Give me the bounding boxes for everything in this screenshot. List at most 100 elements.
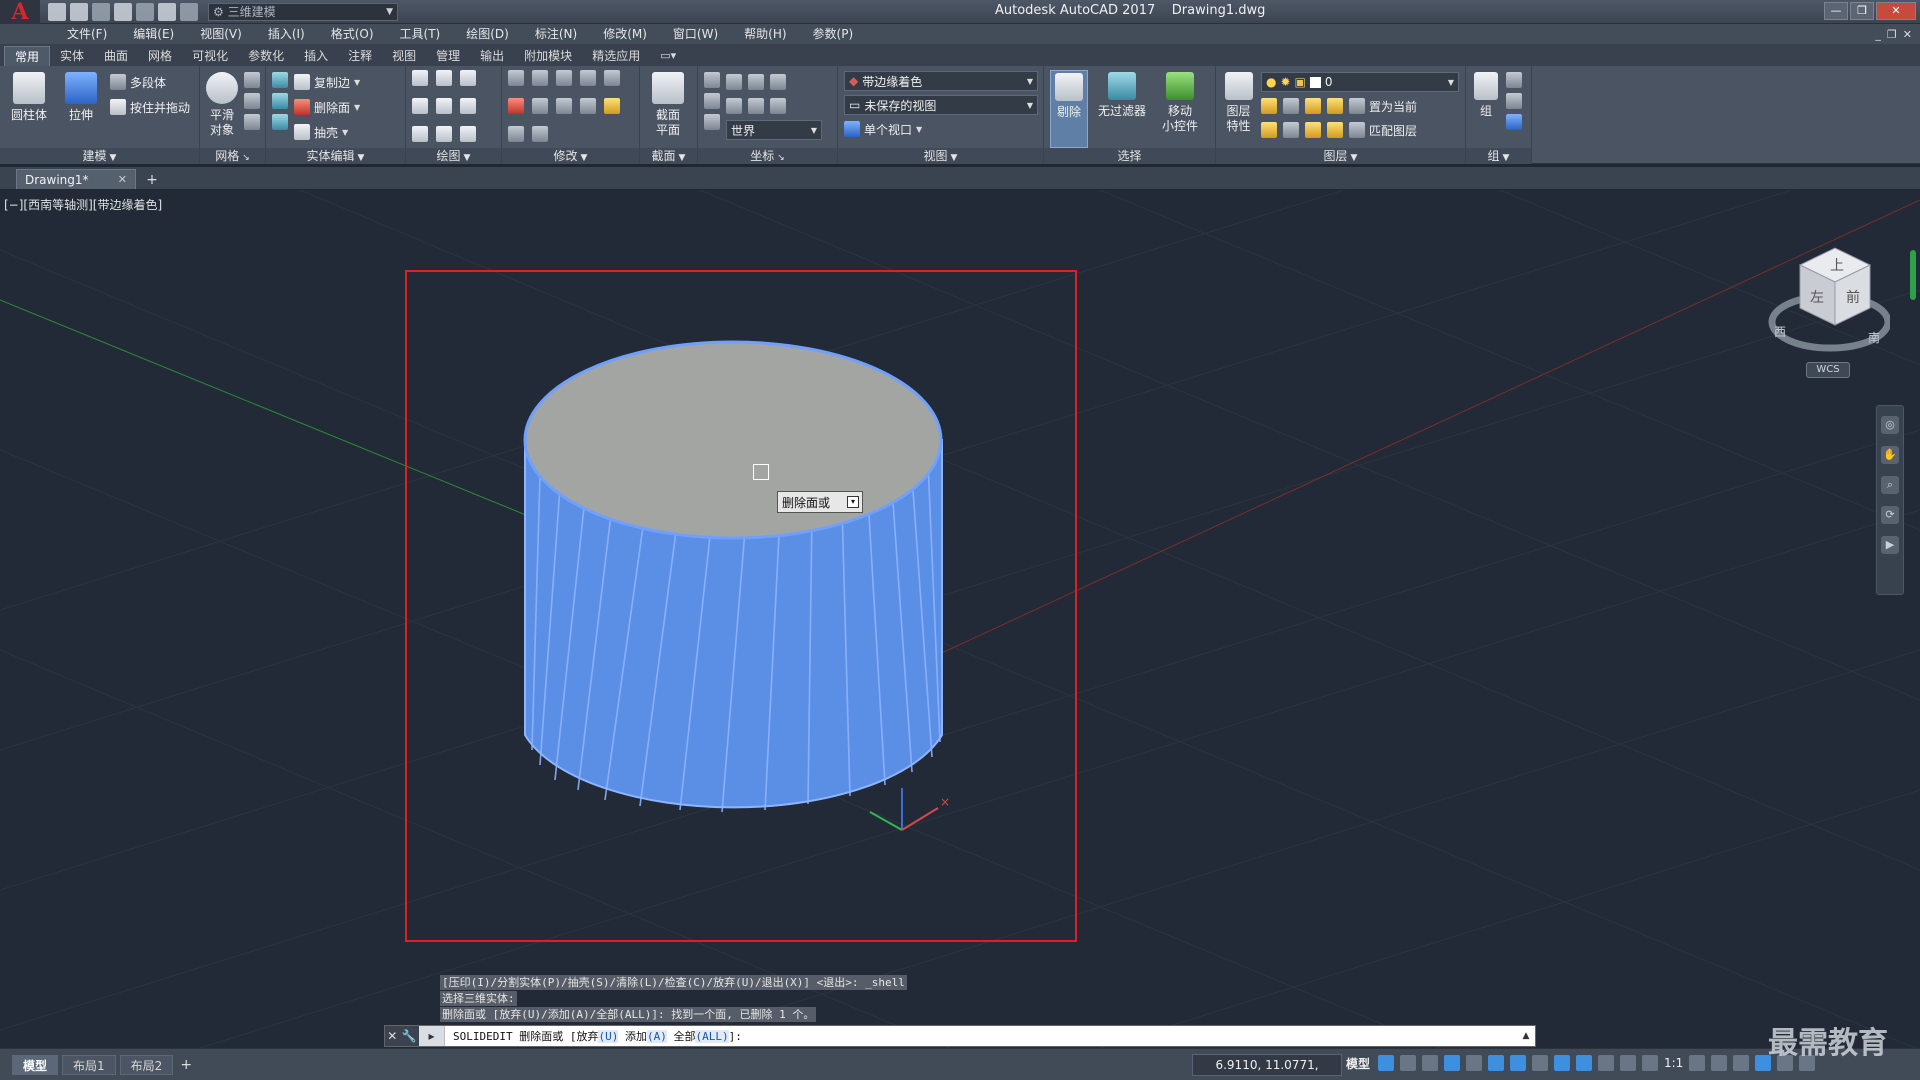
command-prompt[interactable]: SOLIDEDIT 删除面或 [放弃(U) 添加(A) 全部(ALL)]: <box>445 1028 742 1044</box>
menu-help[interactable]: 帮助(H) <box>731 24 799 44</box>
arc-icon[interactable] <box>460 70 476 86</box>
doc-close-button[interactable]: ✕ <box>1903 28 1912 41</box>
wrench-icon[interactable]: 🔧 <box>402 1029 417 1043</box>
menu-edit[interactable]: 编辑(E) <box>120 24 187 44</box>
menu-parametric[interactable]: 参数(P) <box>800 24 867 44</box>
option-add[interactable]: (A) <box>646 1030 667 1043</box>
close-icon[interactable]: ✕ <box>118 173 127 186</box>
showmotion-icon[interactable]: ▶ <box>1881 536 1899 554</box>
model-space-button[interactable]: 模型 <box>1346 1055 1370 1072</box>
panel-title-layers[interactable]: 图层 ▼ <box>1216 148 1465 164</box>
ellipse-icon[interactable] <box>460 98 476 114</box>
ucs-origin-icon[interactable] <box>704 93 720 109</box>
tab-manage[interactable]: 管理 <box>426 46 470 66</box>
infer-constraints-icon[interactable] <box>1422 1055 1438 1071</box>
command-line[interactable]: ✕ 🔧 ▸ SOLIDEDIT 删除面或 [放弃(U) 添加(A) 全部(ALL… <box>384 1025 1536 1047</box>
add-layout-button[interactable]: + <box>177 1057 195 1073</box>
menu-file[interactable]: 文件(F) <box>54 24 120 44</box>
polysolid-button[interactable]: 多段体 <box>110 72 190 92</box>
move-gizmo-button[interactable]: 移动 小控件 <box>1156 70 1204 148</box>
recent-commands-icon[interactable]: ▸ <box>419 1026 445 1046</box>
presspull-button[interactable]: 按住并拖动 <box>110 97 190 117</box>
save-icon[interactable] <box>92 2 110 21</box>
group-select-icon[interactable] <box>1506 114 1522 130</box>
layer-unisolate-icon[interactable] <box>1283 122 1299 138</box>
tab-output[interactable]: 输出 <box>470 46 514 66</box>
shell-button[interactable]: 抽壳 ▼ <box>294 122 360 142</box>
ucs-named-icon[interactable] <box>704 114 720 130</box>
auto-scale-icon[interactable] <box>1642 1055 1658 1071</box>
close-button[interactable]: ✕ <box>1876 2 1916 20</box>
ucs-face-icon[interactable] <box>770 98 786 114</box>
make-current-button[interactable]: 置为当前 <box>1349 96 1417 116</box>
layer-lock-icon[interactable] <box>1327 98 1343 114</box>
trim-icon[interactable] <box>508 70 524 86</box>
layer-unlock-icon[interactable] <box>1327 122 1343 138</box>
object-snap-icon[interactable] <box>1532 1055 1548 1071</box>
menu-draw[interactable]: 绘图(D) <box>453 24 522 44</box>
rotate-icon[interactable] <box>532 70 548 86</box>
ribbon-display-toggle[interactable]: ▭▾ <box>650 46 686 66</box>
polyline-icon[interactable] <box>412 70 428 86</box>
tab-visualize[interactable]: 可视化 <box>182 46 238 66</box>
panel-title-selection[interactable]: 选择 <box>1044 148 1215 164</box>
menu-tools[interactable]: 工具(T) <box>387 24 454 44</box>
tab-layout1[interactable]: 布局1 <box>62 1054 116 1075</box>
tab-surface[interactable]: 曲面 <box>94 46 138 66</box>
section-plane-button[interactable]: 截面 平面 <box>646 70 690 148</box>
layer-on-icon[interactable] <box>1261 122 1277 138</box>
layer-freeze-icon[interactable] <box>1305 98 1321 114</box>
doc-minimize-button[interactable]: _ <box>1875 28 1881 41</box>
subobject-filter-button[interactable]: 无过滤器 <box>1094 70 1150 148</box>
array-icon[interactable] <box>508 98 524 114</box>
chamfer-icon[interactable] <box>556 98 572 114</box>
ucs-y-icon[interactable] <box>748 74 764 90</box>
viewcube-front-face[interactable]: 前 <box>1846 289 1860 306</box>
pan-icon[interactable]: ✋ <box>1881 446 1899 464</box>
annotation-scale[interactable]: 1:1 <box>1664 1056 1683 1070</box>
region-icon[interactable] <box>460 126 476 142</box>
fillet-icon[interactable] <box>532 98 548 114</box>
match-layer-button[interactable]: 匹配图层 <box>1349 120 1417 140</box>
mirror-icon[interactable] <box>580 70 596 86</box>
menu-format[interactable]: 格式(O) <box>318 24 387 44</box>
layer-isolate-icon[interactable] <box>1283 98 1299 114</box>
delete-face-button[interactable]: 删除面 ▼ <box>294 97 360 117</box>
polygon-icon[interactable] <box>412 126 428 142</box>
menu-window[interactable]: 窗口(W) <box>660 24 731 44</box>
union-icon[interactable] <box>272 72 288 88</box>
tab-parametric[interactable]: 参数化 <box>238 46 294 66</box>
option-undo[interactable]: (U) <box>598 1030 619 1043</box>
mesh-box-icon[interactable] <box>244 72 260 88</box>
panel-title-draw[interactable]: 绘图 ▼ <box>406 148 501 164</box>
doc-restore-button[interactable]: ❐ <box>1887 28 1897 41</box>
snap-icon[interactable] <box>1400 1055 1416 1071</box>
tab-addins[interactable]: 附加模块 <box>514 46 582 66</box>
layer-thaw-icon[interactable] <box>1305 122 1321 138</box>
ucs-object-icon[interactable] <box>748 98 764 114</box>
grid-icon[interactable] <box>1378 1055 1394 1071</box>
smooth-object-button[interactable]: 平滑 对象 <box>206 70 238 148</box>
ortho-icon[interactable] <box>1444 1055 1460 1071</box>
tab-layout2[interactable]: 布局2 <box>119 1054 174 1075</box>
copy-edge-button[interactable]: 复制边 ▼ <box>294 72 360 92</box>
file-tab-drawing1[interactable]: Drawing1* ✕ <box>16 169 136 189</box>
steering-wheel-icon[interactable]: ◎ <box>1881 416 1899 434</box>
offset-icon[interactable] <box>604 70 620 86</box>
panel-title-section[interactable]: 截面 ▼ <box>640 148 697 164</box>
mesh-refine-icon[interactable] <box>244 93 260 109</box>
explode-icon[interactable] <box>508 126 524 142</box>
minimize-button[interactable]: — <box>1824 2 1848 20</box>
application-menu-button[interactable]: A <box>0 0 40 24</box>
plot-icon[interactable] <box>136 2 154 21</box>
object-snap-tracking-icon[interactable] <box>1510 1055 1526 1071</box>
new-file-icon[interactable] <box>48 2 66 21</box>
menu-modify[interactable]: 修改(M) <box>590 24 660 44</box>
panel-title-coordinates[interactable]: 坐标 ↘ <box>698 148 837 164</box>
isolate-objects-icon[interactable] <box>1733 1055 1750 1071</box>
orbit-icon[interactable]: ⟳ <box>1881 506 1899 524</box>
dropdown-arrow-icon[interactable]: ▾ <box>847 496 859 508</box>
scale-icon[interactable] <box>580 98 596 114</box>
menu-insert[interactable]: 插入(I) <box>255 24 318 44</box>
ucs-icon[interactable] <box>704 72 720 88</box>
